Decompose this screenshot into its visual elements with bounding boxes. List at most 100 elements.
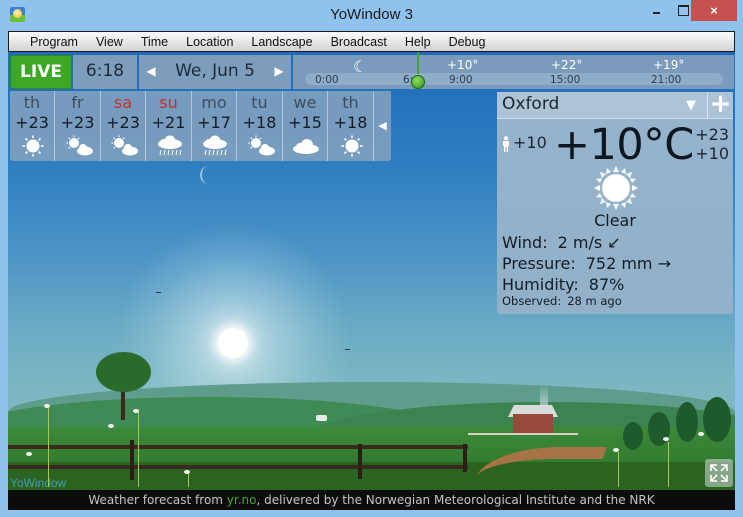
minimize-button[interactable] bbox=[643, 0, 669, 21]
wind-value: 2 m/s ↙ bbox=[557, 233, 621, 252]
add-location-button[interactable]: + bbox=[707, 91, 733, 119]
forecast-day-temp: +23 bbox=[60, 113, 95, 132]
date-label: We, Jun 5 bbox=[175, 61, 255, 81]
wind-row: Wind: 2 m/s ↙ bbox=[502, 233, 621, 252]
fence-rail bbox=[8, 465, 468, 469]
forecast-day-temp: +23 bbox=[15, 113, 49, 132]
menu-landscape[interactable]: Landscape bbox=[242, 35, 321, 49]
attribution-prefix: Weather forecast from bbox=[88, 493, 227, 507]
flower bbox=[663, 437, 669, 441]
flower-stem bbox=[138, 412, 139, 487]
location-dropdown-icon[interactable]: ▼ bbox=[686, 98, 696, 113]
flower bbox=[44, 404, 50, 408]
observed-row: Observed: 28 m ago bbox=[502, 294, 622, 308]
forecast-day-name: th bbox=[342, 93, 359, 112]
forecast-day-name: sa bbox=[113, 93, 133, 112]
forecast-day[interactable]: th +18 bbox=[329, 91, 374, 161]
menu-view[interactable]: View bbox=[87, 35, 132, 49]
attribution-suffix: , delivered by the Norwegian Meteorologi… bbox=[256, 493, 655, 507]
observed-label: Observed: bbox=[502, 294, 562, 308]
fence-post bbox=[130, 440, 134, 480]
forecast-day-name: fr bbox=[71, 93, 84, 112]
feels-like-temp: +10 bbox=[513, 133, 547, 152]
condition-label: Clear bbox=[594, 211, 636, 230]
forecast-day-name: mo bbox=[201, 93, 227, 112]
high-temp: +23 bbox=[695, 125, 729, 144]
forecast-day-name: tu bbox=[251, 93, 268, 112]
time-slider-handle[interactable] bbox=[411, 75, 425, 89]
time-needle bbox=[417, 52, 419, 74]
flower bbox=[613, 448, 619, 452]
forecast-day[interactable]: th +23 bbox=[10, 91, 55, 161]
timeline-temp: +22° bbox=[551, 58, 583, 72]
wind-label: Wind: bbox=[502, 233, 548, 252]
menu-debug[interactable]: Debug bbox=[440, 35, 495, 49]
low-temp: +10 bbox=[695, 144, 729, 163]
farmhouse bbox=[513, 414, 553, 434]
forecast-scroll-left-icon[interactable]: ◀ bbox=[374, 91, 391, 161]
live-button[interactable]: LIVE bbox=[10, 55, 72, 89]
current-time[interactable]: 6:18 bbox=[73, 55, 137, 89]
menu-program[interactable]: Program bbox=[21, 35, 87, 49]
fence-rail bbox=[8, 445, 468, 449]
partly-cloudy-icon bbox=[111, 135, 138, 156]
white-fence bbox=[468, 433, 578, 435]
city-name[interactable]: Oxford bbox=[502, 94, 559, 114]
menu-broadcast[interactable]: Broadcast bbox=[322, 35, 396, 49]
tree bbox=[703, 397, 731, 442]
forecast-day-temp: +17 bbox=[197, 113, 231, 132]
close-icon: × bbox=[710, 3, 718, 18]
fullscreen-button[interactable] bbox=[705, 459, 733, 487]
forecast-day-name: th bbox=[23, 93, 41, 112]
forecast-day[interactable]: we +15 bbox=[283, 91, 328, 161]
current-conditions-panel: Oxford ▼ + +10 +10°C +23 +10 Clear Wind:… bbox=[497, 91, 733, 314]
cloudy-icon bbox=[293, 139, 319, 154]
flower-stem bbox=[618, 452, 619, 487]
tree bbox=[96, 352, 151, 392]
forecast-day-temp: +23 bbox=[106, 113, 140, 132]
tree bbox=[676, 402, 698, 442]
sunny-icon bbox=[22, 135, 44, 157]
humidity-row: Humidity: 87% bbox=[502, 275, 624, 294]
pressure-row: Pressure: 752 mm → bbox=[502, 254, 671, 273]
forecast-day[interactable]: mo +17 bbox=[192, 91, 237, 161]
flower bbox=[184, 470, 190, 474]
tree bbox=[623, 422, 643, 450]
flower bbox=[26, 452, 32, 456]
timeline-tick: 15:00 bbox=[550, 74, 581, 86]
sun bbox=[218, 328, 248, 358]
yr-no-link[interactable]: yr.no bbox=[227, 493, 257, 507]
forecast-day-temp: +18 bbox=[242, 113, 277, 132]
current-temperature: +10°C bbox=[554, 120, 694, 170]
app-window: YoWindow 3 × Program View Time Location … bbox=[0, 0, 743, 517]
close-button[interactable]: × bbox=[691, 0, 737, 21]
next-day-icon[interactable]: ▶ bbox=[271, 55, 287, 89]
yowindow-watermark: YoWindow bbox=[10, 476, 67, 490]
menu-time[interactable]: Time bbox=[132, 35, 177, 49]
forecast-day-temp: +18 bbox=[333, 113, 368, 132]
forecast-day[interactable]: tu +18 bbox=[238, 91, 283, 161]
menu-help[interactable]: Help bbox=[396, 35, 440, 49]
forecast-day[interactable]: fr +23 bbox=[56, 91, 101, 161]
humidity-label: Humidity: bbox=[502, 275, 579, 294]
fence-post bbox=[463, 444, 467, 472]
flower bbox=[133, 409, 139, 413]
menu-location[interactable]: Location bbox=[177, 35, 242, 49]
day-timeline[interactable]: ☾ 0:00 6: +10° 9:00 +22° 15:00 +19° 21:0… bbox=[293, 52, 734, 89]
menu-bar: Program View Time Location Landscape Bro… bbox=[8, 31, 735, 52]
partly-cloudy-icon bbox=[66, 135, 93, 156]
clear-sky-icon bbox=[594, 166, 638, 210]
forecast-strip: th +23 fr +23 sa +23 su +21 mo +17 tu +18 we +15 th +18… bbox=[10, 91, 391, 161]
title-bar[interactable]: YoWindow 3 × bbox=[0, 0, 743, 30]
rain-icon bbox=[157, 135, 182, 156]
bird bbox=[345, 349, 350, 350]
location-header: Oxford ▼ + bbox=[497, 91, 733, 119]
forecast-day-temp: +15 bbox=[288, 113, 322, 132]
previous-day-icon[interactable]: ◀ bbox=[143, 55, 159, 89]
forecast-day[interactable]: su +21 bbox=[147, 91, 192, 161]
forecast-day[interactable]: sa +23 bbox=[101, 91, 146, 161]
time-bar: LIVE 6:18 ◀ We, Jun 5 ▶ ☾ 0:00 6: +10° 9… bbox=[10, 52, 734, 89]
attribution-bar: Weather forecast from yr.no, delivered b… bbox=[8, 490, 735, 510]
timeline-tick: 21:00 bbox=[651, 74, 682, 86]
humidity-value: 87% bbox=[588, 275, 625, 294]
